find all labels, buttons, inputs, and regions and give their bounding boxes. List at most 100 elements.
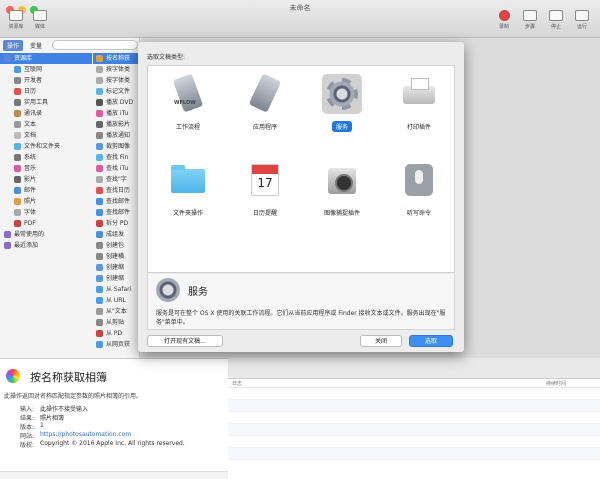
action-icon xyxy=(96,99,103,106)
category-item[interactable]: 开发者 xyxy=(0,75,92,86)
log-row xyxy=(228,412,600,424)
run-button[interactable]: 运行 xyxy=(572,10,592,30)
action-item[interactable]: 按字体类 xyxy=(93,75,140,86)
action-list: 按名称获 按字体类 按字体类 标记文件 播放 DVD 播放 iTu 播放影片 播放通知 裁剪图像… xyxy=(93,53,140,350)
action-label: 从剪贴 xyxy=(106,319,125,326)
category-item[interactable]: 实用工具 xyxy=(0,97,92,108)
action-item[interactable]: 标记文件 xyxy=(93,86,140,97)
category-icon xyxy=(14,220,21,227)
action-item[interactable]: 创建缩 xyxy=(93,262,140,273)
library-search-input[interactable] xyxy=(52,40,138,50)
category-item[interactable]: 音乐 xyxy=(0,163,92,174)
record-button[interactable]: 录制 xyxy=(494,10,514,30)
document-type-workflow[interactable]: WFLOW 工作流程 xyxy=(151,73,225,133)
category-label: 实用工具 xyxy=(24,99,49,106)
action-item[interactable]: 播放通知 xyxy=(93,130,140,141)
document-type-folder[interactable]: 文件夹操作 xyxy=(151,160,225,219)
library-button[interactable]: 资源库 xyxy=(6,10,26,30)
action-item[interactable]: 查找邮件 xyxy=(93,207,140,218)
category-item[interactable]: 照片 xyxy=(0,196,92,207)
sheet-prompt: 选取文稿类型: xyxy=(147,54,186,61)
action-item[interactable]: 成组发 xyxy=(93,229,140,240)
category-item[interactable]: 资源库 xyxy=(0,53,92,64)
category-item[interactable]: 最常使用的 xyxy=(0,229,92,240)
action-label: 按名称获 xyxy=(106,55,131,62)
action-item[interactable]: 从 URL xyxy=(93,295,140,306)
document-type-service[interactable]: 服务 xyxy=(305,74,379,133)
category-item[interactable]: 日历 xyxy=(0,86,92,97)
category-item[interactable]: 系统 xyxy=(0,152,92,163)
meta-value: Copyright © 2016 Apple Inc. All rights r… xyxy=(40,440,185,447)
category-label: 开发者 xyxy=(24,77,43,84)
action-label: 从 URL xyxy=(106,297,126,304)
category-list: 资源库 互联网开发者日历实用工具通讯录 文本 文档 文件和文件夹 系统 音乐 影片 邮件 照片 字体… xyxy=(0,53,92,251)
category-item[interactable]: 互联网 xyxy=(0,64,92,75)
action-item[interactable]: 从 PD xyxy=(93,328,140,339)
category-item[interactable]: 邮件 xyxy=(0,185,92,196)
action-item[interactable]: 拆分 PD xyxy=(93,218,140,229)
category-item[interactable]: 通讯录 xyxy=(0,108,92,119)
action-item[interactable]: 按字体类 xyxy=(93,64,140,75)
action-item[interactable]: 创建横 xyxy=(93,251,140,262)
stop-button[interactable]: 停止 xyxy=(546,10,566,30)
meta-row: 版本: 1 xyxy=(4,422,224,431)
action-item[interactable]: 播放影片 xyxy=(93,119,140,130)
category-item[interactable]: 字体 xyxy=(0,207,92,218)
document-type-camera[interactable]: 图像捕捉插件 xyxy=(305,160,379,219)
action-item[interactable]: 查找日历 xyxy=(93,185,140,196)
description-panel: 按名称获取相簿 此操作返回对名称匹配指定参数的照片相簿的引用。 输入: 此操作不接… xyxy=(0,358,228,479)
document-type-calendar[interactable]: 17 日历提醒 xyxy=(228,160,302,219)
action-item[interactable]: 查找 iTu xyxy=(93,163,140,174)
document-type-printer[interactable]: 打印插件 xyxy=(382,74,456,133)
type-info-panel: 服务 服务是可在整个 OS X 使用的关联工作流程。它们从当前应用程序或 Fin… xyxy=(147,274,455,330)
action-item[interactable]: 裁剪图像 xyxy=(93,141,140,152)
action-icon xyxy=(96,275,103,282)
meta-value[interactable]: https://photosautomation.com xyxy=(40,431,131,440)
action-icon xyxy=(96,176,103,183)
category-item[interactable]: 影片 xyxy=(0,174,92,185)
document-type-application[interactable]: 应用程序 xyxy=(228,73,302,133)
action-item[interactable]: 查找"字 xyxy=(93,174,140,185)
category-item[interactable]: 最近添加 xyxy=(0,240,92,251)
close-button[interactable]: 关闭 xyxy=(360,335,402,347)
action-label: 查找 Fin xyxy=(106,154,129,161)
action-item[interactable]: 从剪贴 xyxy=(93,317,140,328)
action-item[interactable]: 从 Safari xyxy=(93,284,140,295)
choose-button[interactable]: 选取 xyxy=(409,335,453,347)
action-item[interactable]: 创建缩 xyxy=(93,273,140,284)
action-label: 播放 iTu xyxy=(106,110,129,117)
action-item[interactable]: 按名称获 xyxy=(93,53,140,64)
open-existing-button[interactable]: 打开现有文稿... xyxy=(147,335,223,347)
action-icon xyxy=(96,330,103,337)
meta-value: 照片相簿 xyxy=(40,415,65,422)
media-icon xyxy=(33,10,47,21)
step-button[interactable]: 步骤 xyxy=(520,10,540,30)
action-item[interactable]: 查找 Fin xyxy=(93,152,140,163)
action-item[interactable]: 查找邮件 xyxy=(93,196,140,207)
log-panel: 日志 持续时间 xyxy=(228,378,600,479)
action-label: 按字体类 xyxy=(106,66,131,73)
category-icon xyxy=(14,88,21,95)
action-label: 从"文本 xyxy=(106,308,127,315)
action-item[interactable]: 创建包 xyxy=(93,240,140,251)
media-button[interactable]: 媒体 xyxy=(30,10,50,30)
action-item[interactable]: 播放 iTu xyxy=(93,108,140,119)
action-item[interactable]: 从网页获 xyxy=(93,339,140,350)
meta-key: 网站: xyxy=(19,433,34,440)
category-item[interactable]: PDF xyxy=(0,218,92,229)
document-type-microphone[interactable]: 听写命令 xyxy=(382,160,456,219)
tab-actions[interactable]: 操作 xyxy=(3,39,24,51)
action-item[interactable]: 播放 DVD xyxy=(93,97,140,108)
category-item[interactable]: 文本 xyxy=(0,119,92,130)
action-icon xyxy=(96,264,103,271)
category-icon xyxy=(14,110,21,117)
gear-icon xyxy=(322,74,362,114)
category-item[interactable]: 文件和文件夹 xyxy=(0,141,92,152)
action-item[interactable]: 从"文本 xyxy=(93,306,140,317)
document-type-label: 打印插件 xyxy=(406,124,431,131)
category-icon xyxy=(4,231,11,238)
run-icon xyxy=(575,10,589,21)
tab-variables[interactable]: 变量 xyxy=(26,40,46,51)
category-item[interactable]: 文档 xyxy=(0,130,92,141)
meta-key: 版权: xyxy=(19,442,34,449)
